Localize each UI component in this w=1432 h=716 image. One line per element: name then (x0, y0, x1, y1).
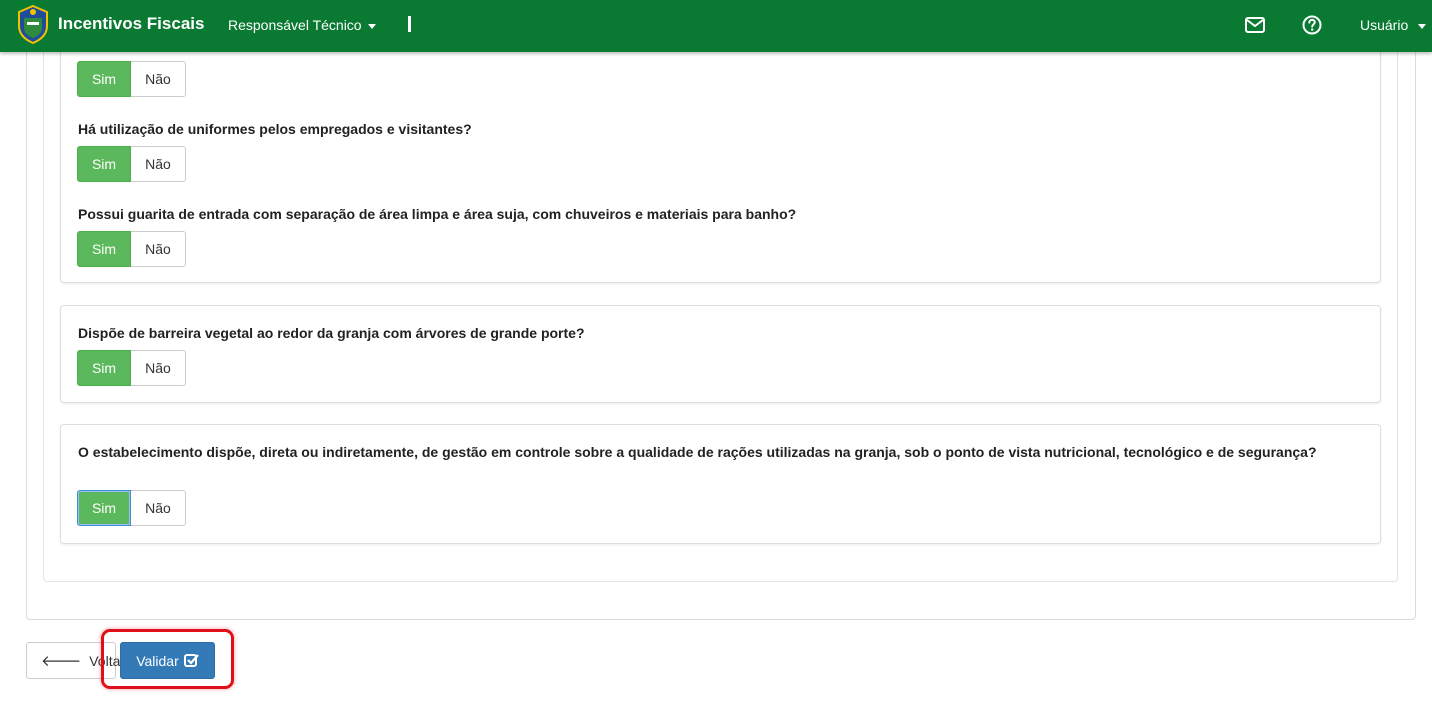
answer-toggle: Sim Não (77, 61, 186, 97)
user-menu[interactable]: Usuário (1360, 17, 1427, 33)
back-button[interactable]: 🡐 Voltar (26, 642, 125, 679)
responsavel-tecnico-menu[interactable]: Responsável Técnico (228, 17, 376, 33)
answer-no-button[interactable]: Não (131, 61, 186, 97)
answer-no-button[interactable]: Não (131, 146, 186, 182)
caret-down-icon (1418, 23, 1427, 29)
top-navbar: Incentivos Fiscais Responsável Técnico U… (0, 0, 1432, 52)
answer-yes-button[interactable]: Sim (77, 231, 131, 267)
answer-no-button[interactable]: Não (131, 490, 186, 526)
answer-toggle: Sim Não (77, 231, 186, 267)
help-icon[interactable] (1301, 14, 1323, 36)
question-card (60, 305, 1381, 403)
caret-down-icon (367, 23, 376, 29)
answer-yes-button[interactable]: Sim (77, 350, 131, 386)
answer-toggle: Sim Não (77, 490, 186, 526)
user-label: Usuário (1360, 17, 1409, 33)
mail-icon[interactable] (1244, 14, 1266, 36)
answer-toggle: Sim Não (77, 146, 186, 182)
menu-label: Responsável Técnico (228, 17, 362, 33)
answer-yes-button[interactable]: Sim (77, 146, 131, 182)
question-text: O estabelecimento dispõe, direta ou indi… (78, 444, 1317, 460)
answer-no-button[interactable]: Não (131, 231, 186, 267)
answer-yes-button[interactable]: Sim (77, 61, 131, 97)
question-text: Possui guarita de entrada com separação … (78, 206, 797, 222)
answer-yes-button[interactable]: Sim (77, 490, 131, 526)
validate-button[interactable]: Validar (120, 642, 215, 679)
question-text: Dispõe de barreira vegetal ao redor da g… (78, 325, 585, 341)
answer-toggle: Sim Não (77, 350, 186, 386)
state-coat-of-arms-logo[interactable] (16, 4, 50, 44)
app-title[interactable]: Incentivos Fiscais (58, 14, 204, 34)
nav-divider (408, 16, 411, 32)
answer-no-button[interactable]: Não (131, 350, 186, 386)
arrow-left-icon: 🡐 (41, 653, 82, 670)
validate-label: Validar (136, 652, 179, 669)
check-square-icon (183, 654, 199, 667)
question-card (60, 20, 1381, 283)
question-text: Há utilização de uniformes pelos emprega… (78, 121, 472, 137)
